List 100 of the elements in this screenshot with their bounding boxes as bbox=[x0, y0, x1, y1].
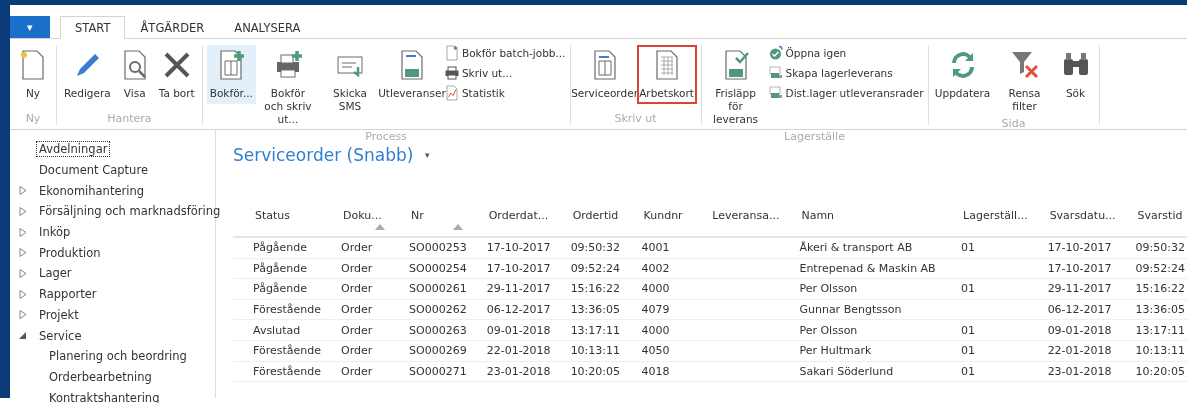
column-header[interactable]: Ordertid bbox=[550, 208, 619, 222]
navigation-item[interactable]: Orderbearbetning bbox=[46, 368, 155, 385]
group-label: Ny bbox=[24, 112, 42, 125]
table-cell-text: 29-11-2017 bbox=[485, 282, 551, 296]
navigation-item[interactable]: Kontraktshantering bbox=[46, 389, 163, 403]
navigation-item[interactable]: Rapporter bbox=[36, 286, 100, 303]
group-label: Sida bbox=[1000, 117, 1027, 130]
table-cell-text: 22-01-2018 bbox=[1046, 344, 1112, 358]
column-header[interactable]: Namn bbox=[779, 208, 835, 222]
table-cell-text: 22-01-2018 bbox=[485, 344, 551, 358]
ribbon-button[interactable]: Skicka SMS bbox=[319, 45, 380, 117]
application-menu-button[interactable]: ▾ bbox=[10, 16, 50, 38]
ribbon-small-button[interactable]: Skriv ut... bbox=[443, 65, 566, 81]
table-cell-text: Gunnar Bengtsson bbox=[798, 303, 902, 317]
table-cell-text: Entrepenad & Maskin AB bbox=[798, 261, 936, 275]
ribbon-button[interactable]: Uppdatera bbox=[932, 45, 993, 104]
ribbon-tab[interactable]: ÅTGÄRDER bbox=[125, 16, 220, 39]
ribbon-tab[interactable]: ANALYSERA bbox=[219, 16, 316, 39]
column-header[interactable]: Lagerställ... bbox=[941, 208, 1028, 222]
table-cell-text: Order bbox=[340, 364, 373, 378]
table-cell-text: 09:52:24 bbox=[1134, 261, 1185, 275]
table-cell-text: Pågående bbox=[252, 261, 308, 275]
table-cell-text: 01 bbox=[960, 323, 976, 337]
table-cell-text: 4000 bbox=[640, 323, 670, 337]
table-cell-text: Förestående bbox=[252, 344, 321, 358]
ribbon-tab[interactable]: START bbox=[60, 16, 126, 39]
collapsed-triangle-icon[interactable] bbox=[19, 268, 27, 278]
table-cell-text: 15:16:22 bbox=[1134, 282, 1185, 296]
group-label: Skriv ut bbox=[613, 112, 658, 125]
table-cell-text: 23-01-2018 bbox=[485, 364, 551, 378]
table-cell-text: Sakari Söderlund bbox=[798, 364, 894, 378]
column-header[interactable]: Leveransa... bbox=[690, 208, 780, 222]
table-cell-text: 09-01-2018 bbox=[485, 323, 551, 337]
ribbon-button[interactable]: Ta bort bbox=[155, 45, 198, 104]
navigation-item[interactable]: Produktion bbox=[36, 244, 104, 261]
collapsed-triangle-icon[interactable] bbox=[19, 248, 27, 258]
collapsed-triangle-icon[interactable] bbox=[19, 186, 27, 196]
column-header[interactable]: Svarstid bbox=[1115, 208, 1183, 222]
table-cell-text: Per Olsson bbox=[798, 323, 858, 337]
table-cell-text: 10:13:11 bbox=[569, 344, 621, 358]
table-cell-text: 09:50:32 bbox=[1134, 241, 1185, 255]
table-cell-text: 13:36:05 bbox=[1134, 303, 1185, 317]
ribbon-button[interactable]: Sök bbox=[1056, 45, 1095, 104]
navigation-item[interactable]: Lager bbox=[36, 265, 75, 282]
table-cell-text: Order bbox=[340, 303, 373, 317]
ribbon-button[interactable]: Serviceorder bbox=[574, 45, 635, 104]
ribbon-small-button[interactable]: Bokför batch-jobb... bbox=[443, 45, 566, 61]
group-label: Hantera bbox=[106, 112, 153, 125]
column-header[interactable]: Kundnr bbox=[621, 208, 683, 222]
table-cell-text: SO000253 bbox=[408, 241, 467, 255]
ribbon-button[interactable]: Frisläpp för leverans bbox=[705, 45, 766, 130]
navigation-item[interactable]: Projekt bbox=[36, 306, 82, 323]
navigation-item[interactable]: Planering och beordring bbox=[46, 348, 190, 365]
navigation-item[interactable]: Avdelningar bbox=[36, 141, 111, 158]
table-cell-text: 10:20:05 bbox=[1134, 364, 1185, 378]
ribbon-small-button[interactable]: Öppna igen bbox=[767, 45, 924, 61]
ribbon-button[interactable]: Bokför... bbox=[206, 45, 256, 104]
ribbon-button[interactable]: Redigera bbox=[61, 45, 114, 104]
table-cell-text: SO000261 bbox=[408, 282, 467, 296]
page-title: Serviceorder (Snabb) bbox=[233, 145, 414, 165]
collapsed-triangle-icon[interactable] bbox=[19, 206, 27, 216]
navigation-item[interactable]: Document Capture bbox=[36, 162, 151, 179]
column-header[interactable]: Status bbox=[233, 208, 291, 222]
collapsed-triangle-icon[interactable] bbox=[19, 310, 27, 320]
collapsed-triangle-icon[interactable] bbox=[19, 289, 27, 299]
expanded-triangle-icon[interactable] bbox=[19, 331, 27, 341]
ribbon-small-button[interactable]: Dist.lager utleveransrader bbox=[767, 85, 924, 101]
column-header[interactable]: Orderdat... bbox=[466, 208, 549, 222]
column-header[interactable]: Doku... bbox=[321, 208, 382, 222]
column-header[interactable]: Svarsdatu... bbox=[1027, 208, 1116, 222]
table-cell-text: Pågående bbox=[252, 282, 308, 296]
table-cell-text: 4000 bbox=[640, 282, 670, 296]
table-cell-text: 06-12-2017 bbox=[1046, 303, 1112, 317]
navigation-item[interactable]: Försäljning och marknadsföring bbox=[36, 203, 224, 220]
ribbon-button[interactable]: Arbetskort bbox=[636, 45, 697, 104]
table-cell-text: 10:13:11 bbox=[1134, 344, 1185, 358]
ribbon-button[interactable]: Ny bbox=[14, 45, 52, 104]
navigation-item[interactable]: Inköp bbox=[36, 224, 74, 241]
column-header[interactable]: Nr bbox=[389, 208, 424, 222]
table-cell-text: 17-10-2017 bbox=[1046, 241, 1112, 255]
ribbon-small-button[interactable]: Skapa lagerleverans bbox=[767, 65, 924, 81]
table-cell-text: 4079 bbox=[640, 303, 670, 317]
title-dropdown-button[interactable]: ▾ bbox=[425, 150, 431, 160]
table-cell-text: Avslutad bbox=[252, 323, 301, 337]
ribbon-button[interactable]: Bokför och skriv ut... bbox=[257, 45, 318, 130]
table-cell-text: SO000269 bbox=[408, 344, 467, 358]
table-cell-text: Åkeri & transport AB bbox=[798, 241, 913, 255]
table-cell-text: 15:16:22 bbox=[569, 282, 621, 296]
table-cell-text: 4050 bbox=[640, 344, 670, 358]
navigation-item[interactable]: Ekonomihantering bbox=[36, 182, 147, 199]
table-cell-text: Förestående bbox=[252, 303, 321, 317]
navigation-item[interactable]: Service bbox=[36, 327, 85, 344]
collapsed-triangle-icon[interactable] bbox=[19, 227, 27, 237]
table-cell-text: Per Hultmark bbox=[798, 344, 872, 358]
table-cell-text: 09:52:24 bbox=[569, 261, 621, 275]
table-cell-text: Pågående bbox=[252, 241, 308, 255]
ribbon-button[interactable]: Rensa filter bbox=[994, 45, 1055, 117]
ribbon-button[interactable]: Visa bbox=[115, 45, 154, 104]
group-label: Lagerställe bbox=[783, 130, 846, 143]
table-cell-text: 01 bbox=[960, 282, 976, 296]
